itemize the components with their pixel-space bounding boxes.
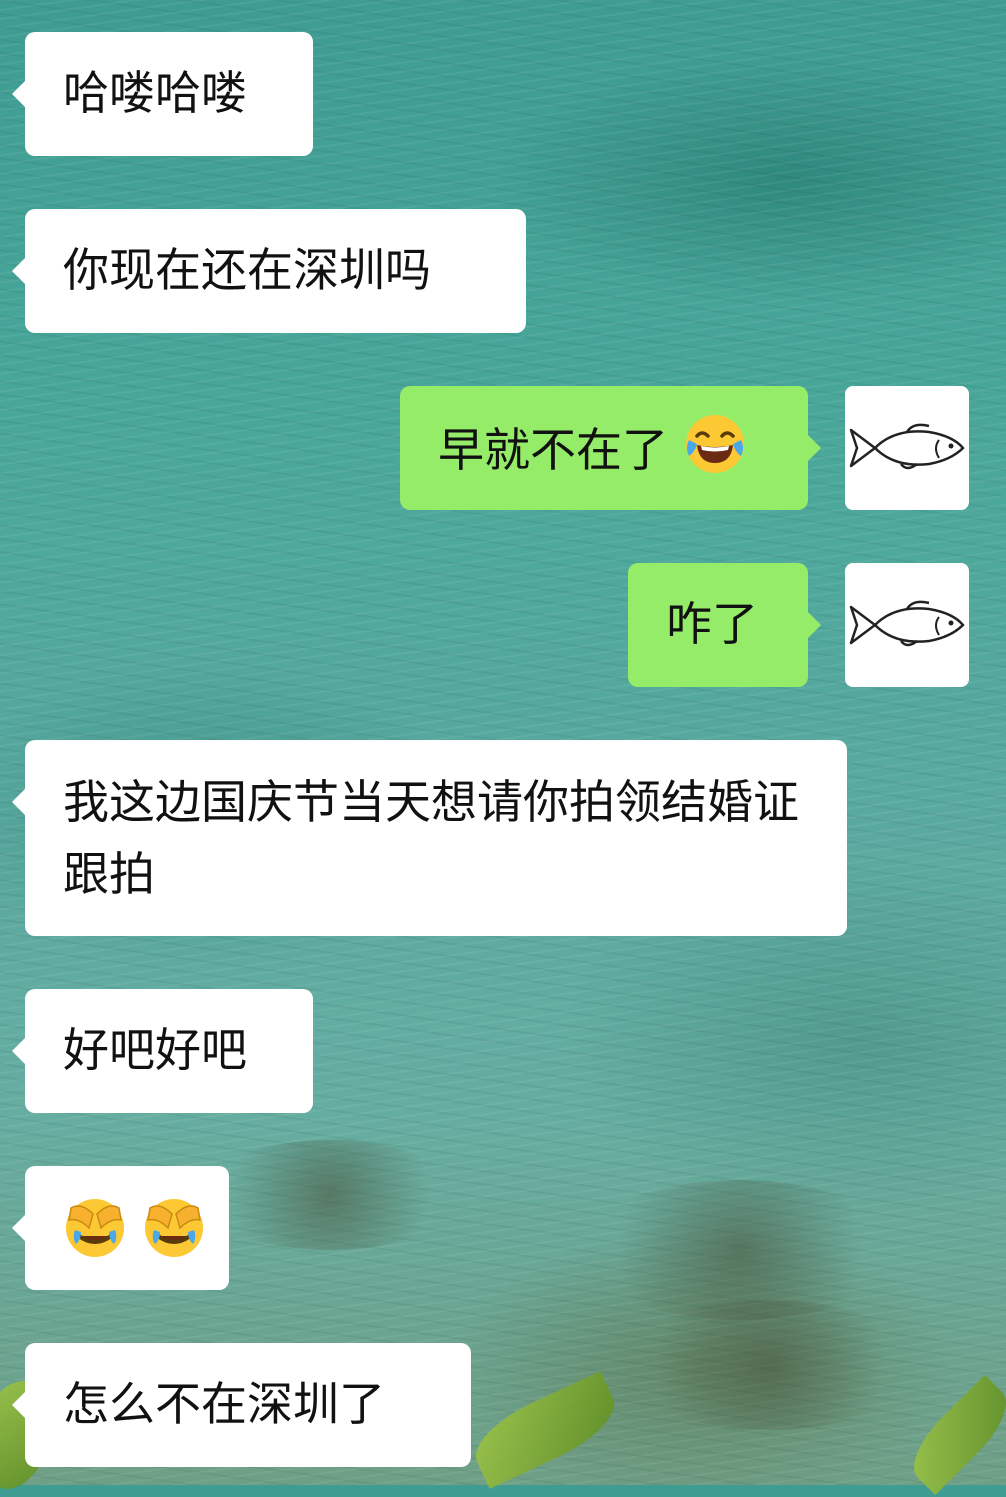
message-bubble-outgoing[interactable]: 早就不在了	[400, 386, 821, 510]
background-leaf	[464, 1371, 626, 1489]
message-text: 咋了	[666, 597, 758, 651]
my-avatar[interactable]	[845, 386, 969, 510]
background-leaf	[899, 1374, 1006, 1496]
message-text: 好吧好吧	[63, 1023, 247, 1077]
face-with-tears-of-joy-icon	[685, 415, 744, 473]
fish-icon	[849, 423, 965, 470]
background-rock	[200, 1140, 460, 1250]
message-bubble-incoming[interactable]: 我这边国庆节当天想请你拍领结婚证跟拍	[12, 740, 847, 936]
background-rock	[580, 1180, 900, 1320]
message-text: 怎么不在深圳了	[63, 1377, 385, 1431]
face-palm-crying-icon	[66, 1199, 124, 1257]
fish-icon	[849, 600, 965, 647]
my-avatar[interactable]	[845, 563, 969, 687]
message-bubble-incoming[interactable]: 好吧好吧	[12, 989, 313, 1113]
background-rock	[620, 1300, 920, 1430]
message-bubble-outgoing[interactable]: 咋了	[628, 563, 821, 687]
message-bubble-incoming[interactable]: 怎么不在深圳了	[12, 1343, 471, 1467]
message-bubble-incoming[interactable]: 哈喽哈喽	[12, 32, 313, 156]
message-bubble-incoming[interactable]: 你现在还在深圳吗	[12, 209, 526, 333]
message-bubble-incoming[interactable]	[12, 1166, 229, 1290]
face-palm-crying-icon	[144, 1199, 203, 1257]
message-text: 哈喽哈喽	[63, 66, 247, 120]
message-text: 你现在还在深圳吗	[63, 243, 431, 297]
message-text: 早就不在了	[438, 423, 668, 477]
message-text: 我这边国庆节当天想请你拍领结婚证跟拍	[63, 775, 799, 901]
